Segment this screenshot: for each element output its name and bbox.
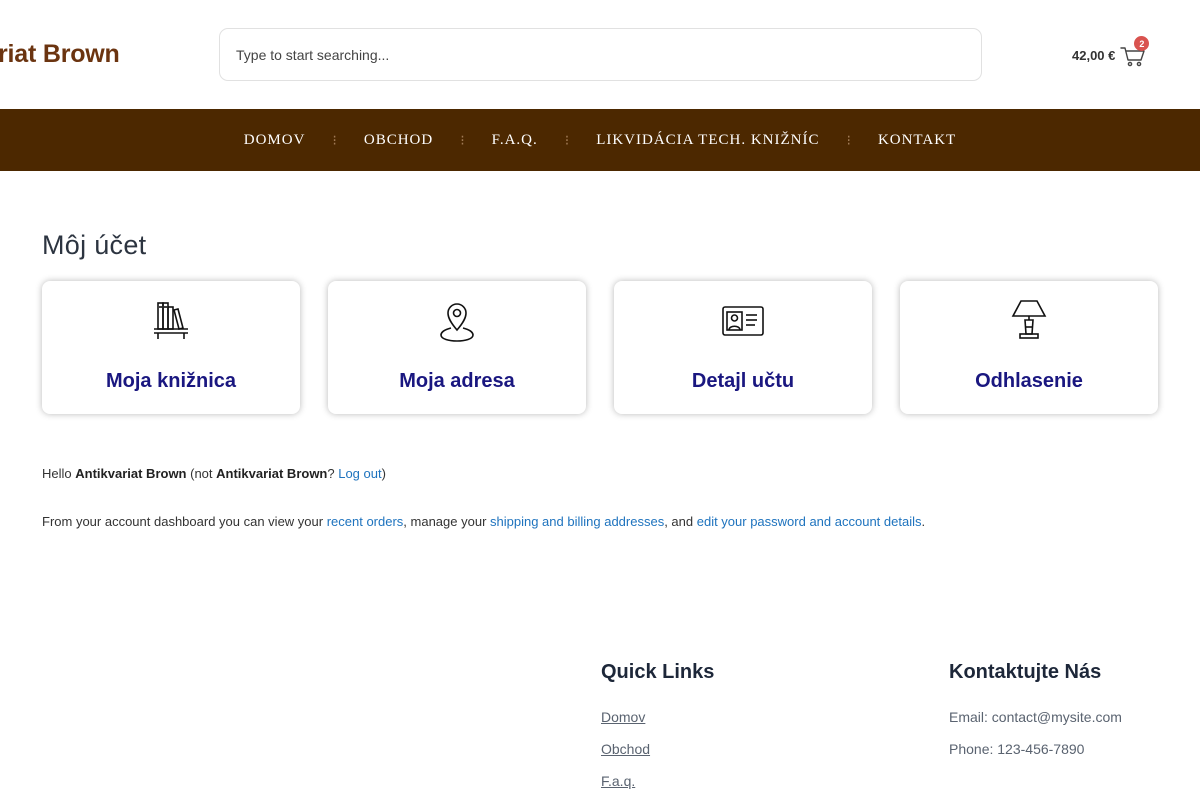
- cart-icon[interactable]: 2: [1120, 36, 1150, 68]
- search-input[interactable]: [236, 29, 956, 80]
- card-label: Moja adresa: [399, 370, 515, 392]
- recent-orders-link[interactable]: recent orders: [327, 514, 404, 529]
- nav-separator: ⁝: [564, 131, 570, 148]
- lamp-icon: [1005, 297, 1053, 345]
- page-title: Môj účet: [42, 230, 147, 260]
- search-box[interactable]: [219, 28, 982, 81]
- nav-separator: ⁝: [846, 131, 851, 148]
- dashboard-text: From your account dashboard you can view…: [42, 514, 925, 529]
- card-account-details[interactable]: Detajl učtu: [614, 281, 872, 414]
- contact-email: Email: contact@mysite.com: [949, 709, 1122, 725]
- nav-separator: ⁝: [332, 131, 337, 148]
- contact-phone: Phone: 123-456-7890: [949, 741, 1085, 757]
- greeting-prefix: Hello: [42, 466, 76, 481]
- id-card-icon: [719, 297, 767, 345]
- cart-total: 42,00 €: [1072, 47, 1116, 63]
- greeting-close: ): [381, 466, 386, 481]
- addresses-link[interactable]: shipping and billing addresses: [490, 514, 664, 529]
- nav-item-faq[interactable]: F.A.Q.: [492, 132, 538, 149]
- dashboard-text-part: , and: [664, 514, 697, 529]
- nav-item-kontakt[interactable]: KONTAKT: [878, 132, 956, 149]
- quick-links-heading: Quick Links: [601, 661, 715, 683]
- card-label: Moja knižnica: [105, 370, 237, 392]
- card-label: Odhlasenie: [975, 370, 1083, 392]
- cart-widget[interactable]: 42,00 € 2: [1072, 36, 1150, 70]
- site-header: riat Brown 42,00 € 2: [0, 0, 1200, 109]
- card-label: Detajl učtu: [691, 370, 795, 392]
- card-logout[interactable]: Odhlasenie: [900, 281, 1158, 414]
- contact-heading: Kontaktujte Nás: [949, 661, 1102, 683]
- nav-separator: ⁝: [460, 131, 465, 148]
- nav-item-likvidacia[interactable]: LIKVIDÁCIA TECH. KNIŽNÍC: [596, 132, 819, 149]
- greeting-mid: (not: [186, 466, 217, 481]
- card-my-address[interactable]: Moja adresa: [328, 281, 586, 414]
- footer-link-obchod[interactable]: Obchod: [601, 741, 650, 757]
- greeting-q: ?: [327, 466, 339, 481]
- location-pin-icon: [433, 297, 481, 345]
- site-logo[interactable]: riat Brown: [0, 40, 120, 69]
- account-cards: Moja knižnica Moja adresa Detajl učtu Od…: [42, 281, 1158, 414]
- greeting-text: Hello Antikvariat Brown (not Antikvariat…: [42, 466, 386, 481]
- card-my-library[interactable]: Moja knižnica: [42, 281, 300, 414]
- account-details-link[interactable]: edit your password and account details: [697, 514, 922, 529]
- footer-link-domov[interactable]: Domov: [601, 709, 645, 725]
- dashboard-text-part: , manage your: [403, 514, 491, 529]
- dashboard-text-part: .: [921, 514, 926, 529]
- dashboard-text-part: From your account dashboard you can view…: [42, 514, 327, 529]
- main-nav: DOMOV ⁝ OBCHOD ⁝ F.A.Q. ⁝ LIKVIDÁCIA TEC…: [0, 109, 1200, 171]
- username: Antikvariat Brown: [216, 466, 328, 481]
- username: Antikvariat Brown: [75, 466, 187, 481]
- logout-link[interactable]: Log out: [338, 466, 381, 481]
- nav-item-domov[interactable]: DOMOV: [244, 132, 306, 149]
- bookshelf-icon: [147, 297, 195, 345]
- cart-count-badge: 2: [1134, 36, 1150, 51]
- nav-item-obchod[interactable]: OBCHOD: [364, 132, 433, 149]
- footer-link-faq[interactable]: F.a.q.: [601, 773, 635, 789]
